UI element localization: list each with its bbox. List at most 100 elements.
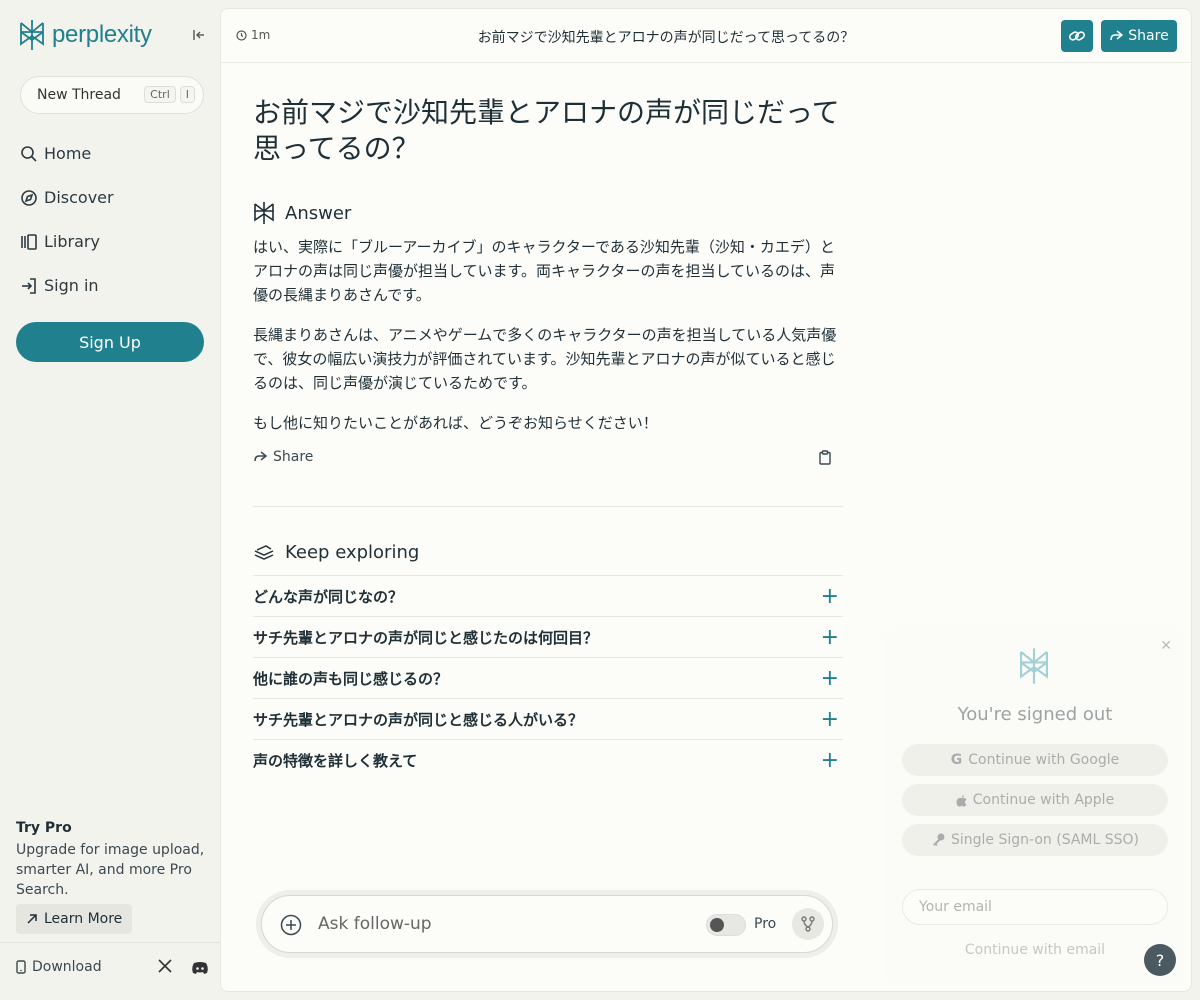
sign-up-button[interactable]: Sign Up	[16, 322, 204, 362]
continue-google-label: Continue with Google	[968, 752, 1120, 768]
sidebar-item-label: Discover	[44, 188, 114, 207]
try-pro-promo: Try Pro Upgrade for image upload, smarte…	[16, 820, 206, 900]
new-thread-button[interactable]: New Thread Ctrl I	[20, 76, 204, 114]
continue-google-button[interactable]: G Continue with Google	[902, 744, 1168, 776]
kbd-ctrl: Ctrl	[144, 86, 176, 103]
brand-name: perplexity	[52, 21, 152, 48]
thread-header: 1m お前マジで沙知先輩とアロナの声が同じだって思ってるの？ Share	[221, 9, 1191, 63]
library-icon	[21, 233, 37, 250]
new-thread-label: New Thread	[37, 87, 121, 103]
email-field[interactable]: Your email	[902, 889, 1168, 925]
plus-icon: +	[820, 583, 839, 609]
branch-icon	[801, 916, 815, 932]
answer-heading: Answer	[253, 201, 351, 225]
help-button[interactable]: ?	[1144, 944, 1176, 976]
clock-icon	[236, 29, 247, 41]
follow-up-bar: Ask follow-up Pro	[261, 895, 833, 953]
sso-label: Single Sign-on (SAML SSO)	[951, 832, 1139, 848]
plus-icon: +	[820, 747, 839, 773]
related-question-text: 他に誰の声も同じ感じるの？	[253, 669, 449, 688]
related-question-text: サチ先輩とアロナの声が同じと感じる人がいる？	[253, 710, 584, 729]
signed-out-panel: ✕ You're signed out G Continue with Goog…	[886, 630, 1184, 984]
download-link[interactable]: Download	[16, 959, 102, 975]
try-pro-title: Try Pro	[16, 820, 72, 836]
plus-icon: +	[820, 624, 839, 650]
related-question-item[interactable]: 声の特徴を詳しく教えて +	[253, 739, 843, 780]
sso-button[interactable]: Single Sign-on (SAML SSO)	[902, 824, 1168, 856]
thread-age: 1m	[236, 28, 270, 42]
related-questions-list: どんな声が同じなの？ + サチ先輩とアロナの声が同じと感じたのは何回目？ + 他…	[253, 575, 843, 780]
close-icon[interactable]: ✕	[1160, 638, 1172, 654]
related-question-item[interactable]: サチ先輩とアロナの声が同じと感じる人がいる？ +	[253, 698, 843, 739]
compass-icon	[21, 189, 37, 206]
sign-in-icon	[22, 277, 36, 294]
learn-more-label: Learn More	[44, 911, 123, 927]
google-icon: G	[950, 752, 963, 768]
continue-apple-label: Continue with Apple	[972, 792, 1115, 808]
answer-heading-label: Answer	[285, 202, 352, 224]
learn-more-button[interactable]: Learn More	[16, 904, 133, 934]
sidebar-item-label: Library	[44, 232, 100, 251]
continue-email-button[interactable]: Continue with email	[886, 942, 1184, 958]
answer-paragraph: はい、実際に「ブルーアーカイブ」のキャラクターである沙知先輩（沙知・カエデ）とア…	[253, 238, 836, 304]
answer-paragraph: 長縄まりあさんは、アニメやゲームで多くのキャラクターの声を担当している人気声優で…	[253, 326, 837, 392]
thread-age-label: 1m	[251, 28, 271, 42]
section-divider	[253, 506, 843, 507]
layers-icon	[254, 544, 274, 560]
share-button[interactable]: Share	[1101, 20, 1177, 52]
kbd-i: I	[179, 86, 195, 103]
follow-up-input[interactable]: Ask follow-up	[318, 914, 432, 934]
download-label: Download	[32, 959, 102, 975]
share-icon	[254, 451, 267, 462]
question-heading: お前マジで沙知先輩とアロナの声が同じだって思ってるの？	[253, 96, 840, 165]
answer-paragraph: もし他に知りたいことがあれば、どうぞお知らせください！	[253, 414, 658, 432]
sidebar-item-library[interactable]: Library	[20, 232, 100, 251]
pro-toggle[interactable]	[706, 914, 746, 936]
discord-icon[interactable]	[191, 960, 209, 979]
related-question-item[interactable]: サチ先輩とアロナの声が同じと感じたのは何回目？ +	[253, 616, 843, 657]
toggle-knob	[710, 918, 724, 932]
perplexity-logo-icon	[1016, 646, 1052, 690]
collapse-sidebar-icon[interactable]	[190, 26, 208, 44]
brand-logo[interactable]: perplexity	[18, 18, 152, 52]
related-question-text: 声の特徴を詳しく教えて	[253, 751, 418, 770]
phone-icon	[16, 960, 26, 974]
answer-share-label: Share	[273, 449, 314, 465]
continue-apple-button[interactable]: Continue with Apple	[902, 784, 1168, 816]
share-label: Share	[1128, 28, 1169, 44]
answer-share-button[interactable]: Share	[253, 449, 313, 465]
add-attachment-icon[interactable]	[280, 914, 302, 940]
sidebar-item-label: Home	[44, 144, 92, 163]
perplexity-answer-icon	[254, 202, 274, 224]
sidebar-item-sign-in[interactable]: Sign in	[20, 276, 99, 295]
sidebar-divider	[0, 942, 220, 943]
perplexity-logo-icon	[20, 20, 44, 50]
thread-title: お前マジで沙知先輩とアロナの声が同じだって思ってるの？	[477, 30, 855, 46]
sidebar-item-discover[interactable]: Discover	[20, 188, 114, 207]
plus-icon: +	[820, 706, 839, 732]
copy-link-button[interactable]	[1061, 20, 1093, 52]
arrow-up-right-icon	[27, 914, 37, 924]
shortcut-hint: Ctrl I	[144, 86, 195, 103]
sidebar-item-label: Sign in	[44, 276, 99, 295]
related-question-item[interactable]: 他に誰の声も同じ感じるの？ +	[253, 657, 843, 698]
related-question-text: どんな声が同じなの？	[253, 587, 404, 606]
related-question-text: サチ先輩とアロナの声が同じと感じたのは何回目？	[253, 628, 599, 647]
search-icon	[21, 145, 37, 162]
signed-out-title: You're signed out	[957, 704, 1113, 725]
try-pro-description: Upgrade for image upload, smarter AI, an…	[16, 842, 205, 898]
plus-icon: +	[820, 665, 839, 691]
sidebar: perplexity New Thread Ctrl I Home Discov…	[0, 0, 220, 1000]
apple-icon	[956, 794, 967, 806]
related-question-item[interactable]: どんな声が同じなの？ +	[253, 575, 843, 616]
answer-text: はい、実際に「ブルーアーカイブ」のキャラクターである沙知先輩（沙知・カエデ）とア…	[253, 235, 845, 451]
submit-button[interactable]	[792, 908, 824, 940]
keep-exploring-heading: Keep exploring	[253, 542, 419, 563]
clipboard-icon[interactable]	[819, 450, 831, 469]
link-icon	[1068, 31, 1086, 41]
x-twitter-icon[interactable]	[158, 958, 172, 977]
keep-exploring-label: Keep exploring	[285, 542, 420, 563]
key-icon	[933, 833, 945, 846]
sidebar-item-home[interactable]: Home	[20, 144, 91, 163]
share-icon	[1110, 30, 1124, 41]
